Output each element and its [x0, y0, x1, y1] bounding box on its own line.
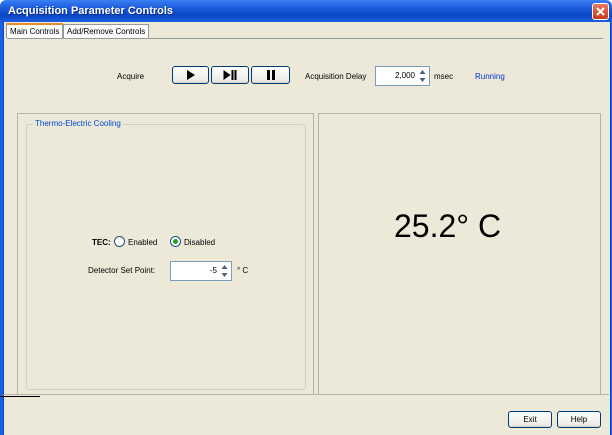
window-title: Acquisition Parameter Controls — [8, 5, 174, 17]
acquisition-window: Acquisition Parameter Controls Main Cont… — [0, 0, 612, 435]
help-button-label: Help — [570, 415, 588, 424]
step-button[interactable] — [211, 66, 249, 84]
play-icon — [186, 70, 195, 80]
annotation-line — [0, 396, 40, 397]
tec-groupbox: Thermo-Electric Cooling — [26, 119, 306, 390]
exit-button-label: Exit — [523, 415, 537, 424]
tab-add-remove-controls-label: Add/Remove Controls — [67, 27, 146, 36]
step-icon — [223, 70, 237, 80]
tec-group-title: Thermo-Electric Cooling — [33, 119, 123, 128]
footer-divider — [3, 394, 609, 395]
pause-button[interactable] — [251, 66, 290, 84]
temperature-panel — [318, 113, 601, 395]
close-icon — [596, 7, 605, 16]
tec-label: TEC: — [92, 238, 111, 247]
acquire-label: Acquire — [117, 72, 145, 81]
pause-icon — [266, 70, 275, 80]
help-button[interactable]: Help — [557, 411, 601, 428]
acquisition-delay-value: 2,000 — [394, 71, 415, 80]
tab-add-remove-controls[interactable]: Add/Remove Controls — [63, 24, 150, 38]
tab-main-controls[interactable]: Main Controls — [6, 23, 64, 38]
title-bar[interactable]: Acquisition Parameter Controls — [0, 0, 612, 22]
detector-setpoint-label: Detector Set Point: — [88, 266, 156, 275]
acquisition-delay-arrows — [417, 68, 428, 84]
acquisition-delay-spinner[interactable]: 2,000 — [375, 66, 430, 86]
acquisition-delay-unit: msec — [434, 72, 454, 81]
detector-setpoint-value: -5 — [209, 266, 217, 275]
spinner-down-icon[interactable] — [417, 76, 428, 84]
exit-button[interactable]: Exit — [508, 411, 552, 428]
detector-setpoint-unit: ° C — [237, 266, 249, 275]
status-text: Running — [475, 72, 505, 81]
detector-setpoint-arrows — [219, 263, 230, 279]
tec-panel: Thermo-Electric Cooling — [17, 113, 314, 395]
spinner-up-icon[interactable] — [219, 263, 230, 271]
tab-main-controls-label: Main Controls — [10, 27, 60, 36]
acquisition-delay-label: Acquisition Delay — [305, 72, 367, 81]
play-button[interactable] — [172, 66, 209, 84]
tec-disabled-label: Disabled — [184, 238, 216, 247]
spinner-up-icon[interactable] — [417, 68, 428, 76]
tec-disabled-radio[interactable] — [170, 236, 181, 247]
tec-enabled-radio[interactable] — [114, 236, 125, 247]
close-button[interactable] — [592, 3, 609, 20]
spinner-down-icon[interactable] — [219, 271, 230, 279]
temperature-readout: 25.2° C — [394, 208, 502, 244]
radio-selected-dot — [173, 239, 178, 244]
detector-setpoint-spinner[interactable]: -5 — [170, 261, 232, 281]
tec-enabled-label: Enabled — [128, 238, 158, 247]
